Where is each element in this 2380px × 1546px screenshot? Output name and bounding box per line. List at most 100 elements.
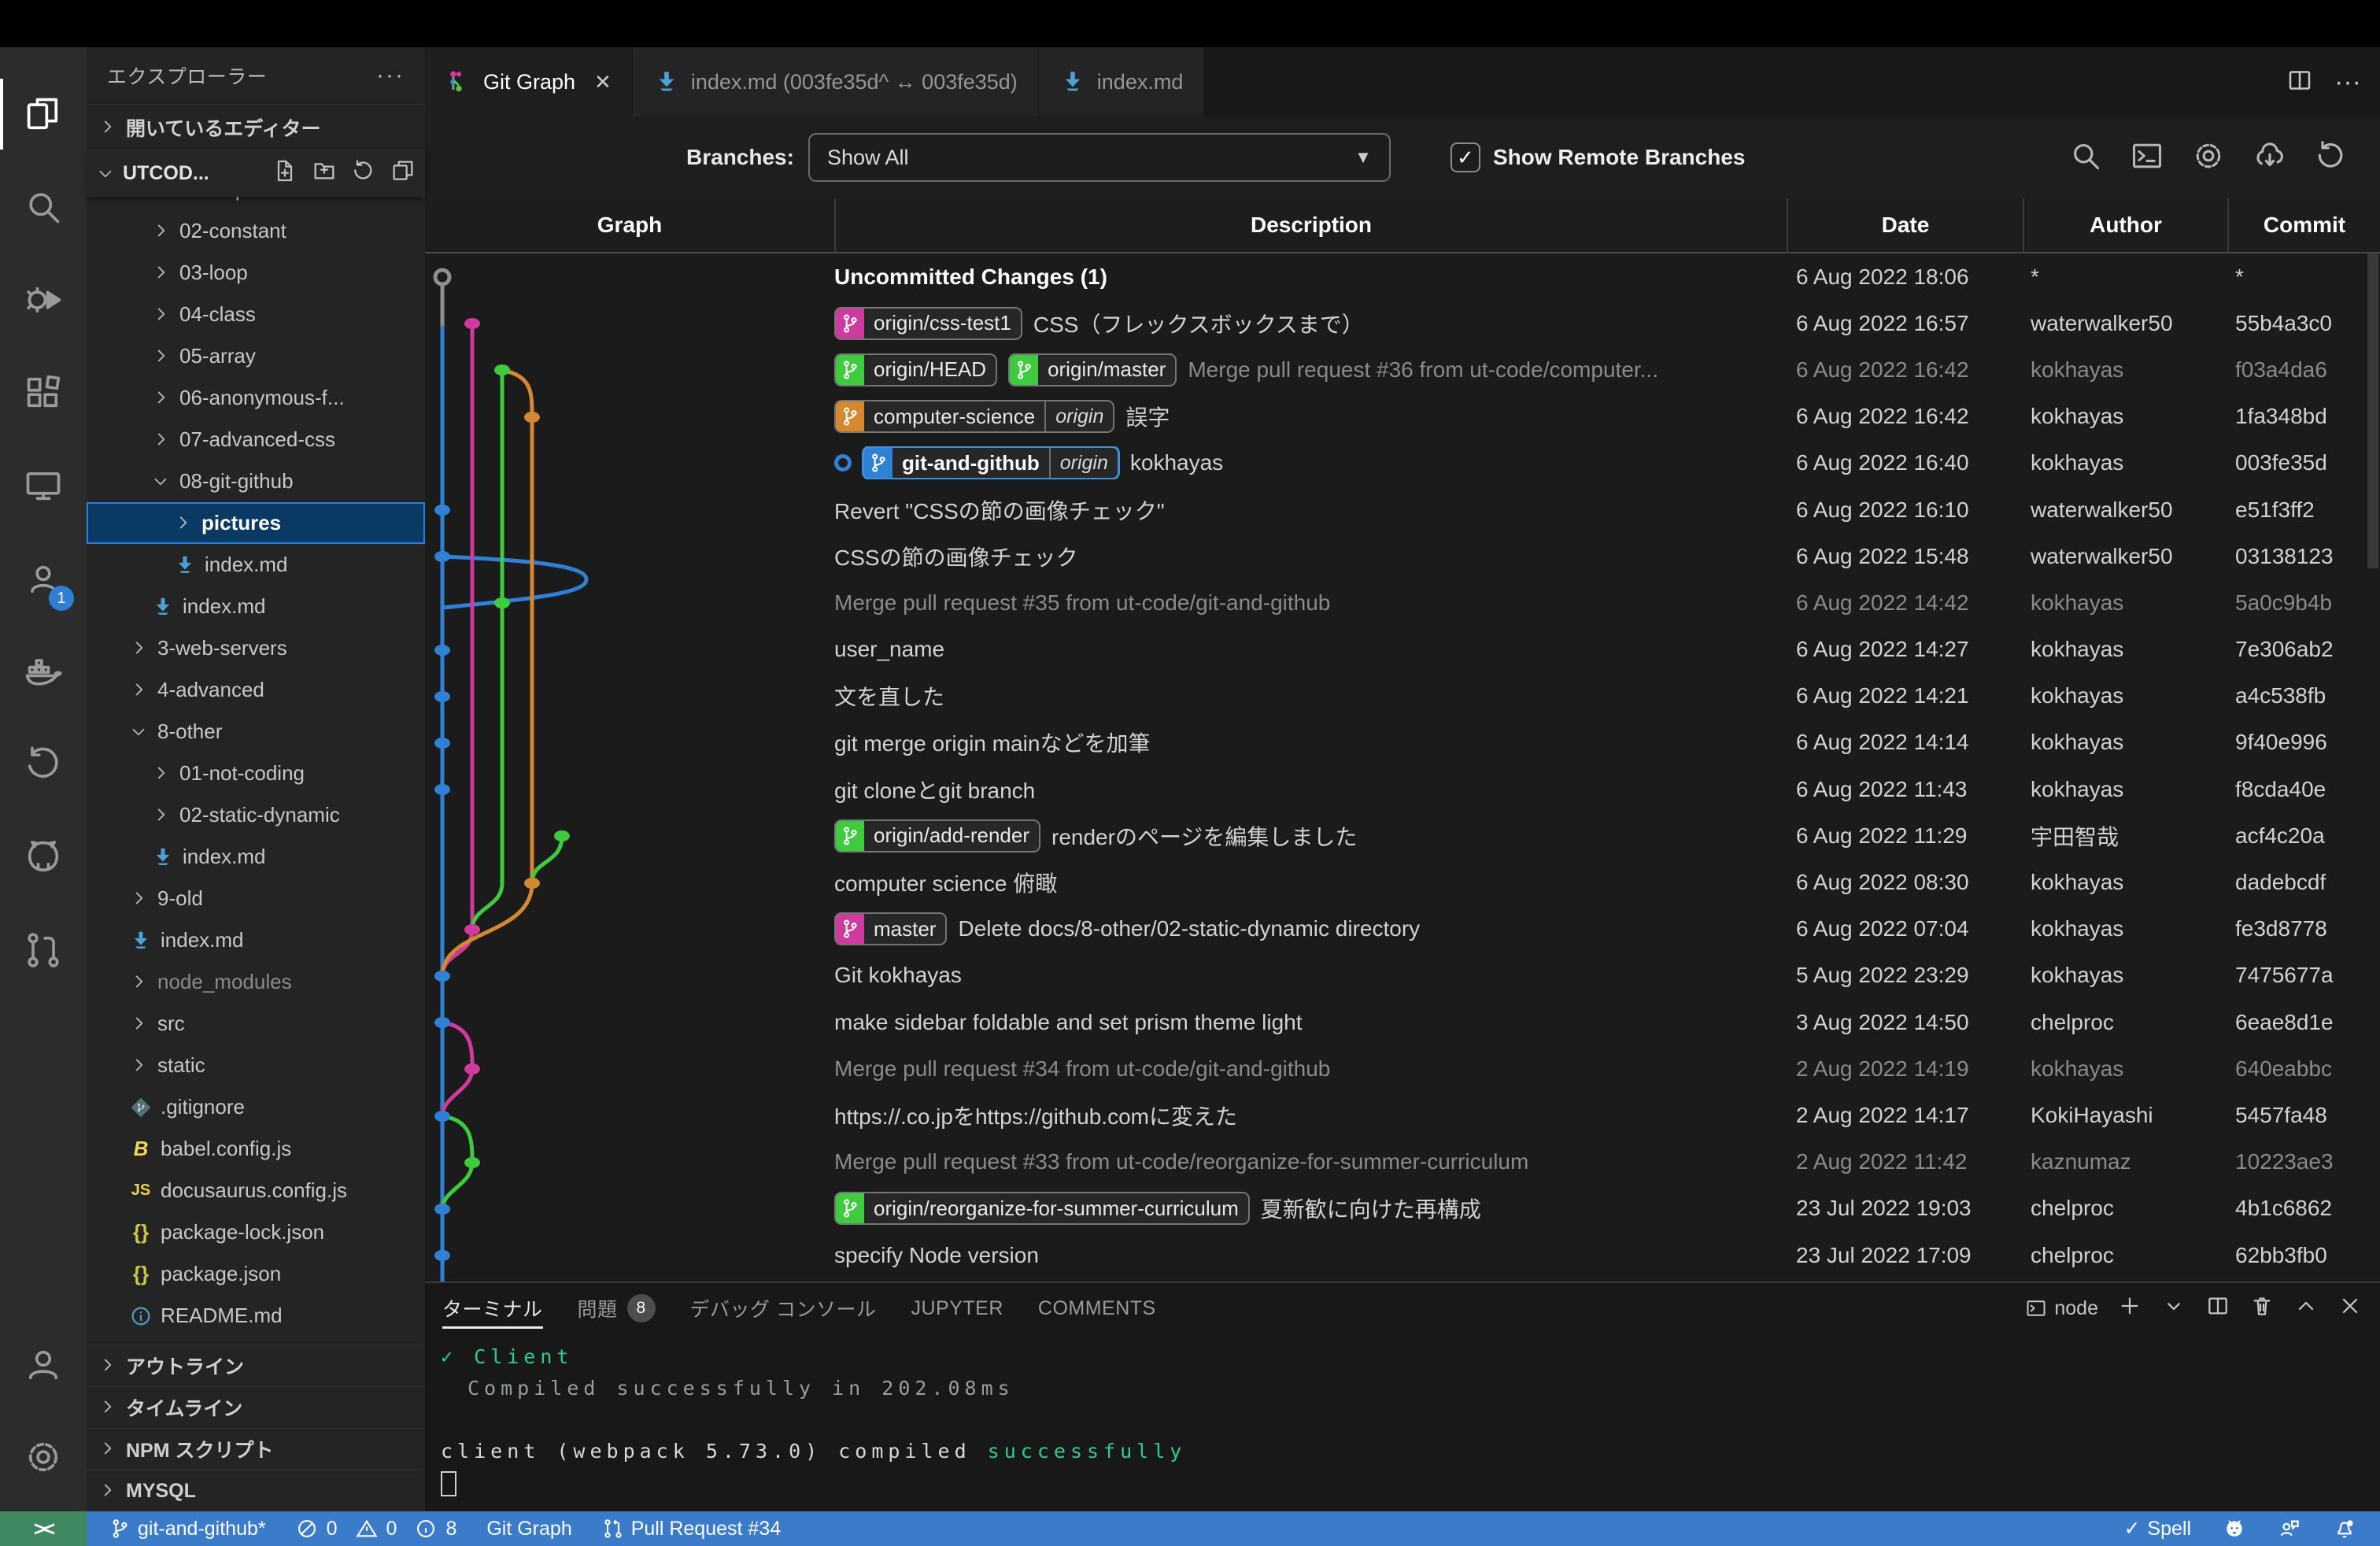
spell-checker-status[interactable]: ✓ Spell bbox=[2123, 1517, 2191, 1540]
branch-status[interactable]: git-and-github* bbox=[109, 1518, 266, 1540]
tree-folder-04-class[interactable]: 04-class bbox=[87, 294, 425, 335]
tree-folder-3-web-servers[interactable]: 3-web-servers bbox=[87, 627, 425, 669]
activitybar-docker[interactable] bbox=[0, 625, 87, 718]
branch-badge-origin/css-test1[interactable]: origin/css-test1 bbox=[834, 307, 1022, 340]
kill-terminal-icon[interactable] bbox=[2249, 1293, 2275, 1324]
tree-folder-01-not-coding[interactable]: 01-not-coding bbox=[87, 753, 425, 794]
activitybar-remote-explorer[interactable] bbox=[0, 439, 87, 532]
commit-message: renderのページを編集しました bbox=[1051, 820, 1357, 852]
open-editors-section[interactable]: 開いているエディター bbox=[87, 104, 425, 150]
tree-folder-static[interactable]: static bbox=[87, 1045, 425, 1086]
activitybar-settings[interactable] bbox=[0, 1411, 87, 1503]
tree-folder-pictures[interactable]: pictures bbox=[87, 502, 425, 544]
tree-file-index-md[interactable]: index.md bbox=[87, 544, 425, 586]
graph-settings-icon[interactable] bbox=[2191, 139, 2226, 177]
problems-status[interactable]: 0 0 8 bbox=[296, 1518, 457, 1540]
pull-request-status[interactable]: Pull Request #34 bbox=[602, 1518, 781, 1540]
activitybar-account[interactable] bbox=[0, 1318, 87, 1411]
branch-badge-origin/master[interactable]: origin/master bbox=[1008, 353, 1177, 386]
activitybar-github[interactable] bbox=[0, 811, 87, 904]
feedback-status[interactable] bbox=[2278, 1517, 2301, 1540]
commit-message: 夏新歓に向けた再構成 bbox=[1261, 1193, 1481, 1224]
close-panel-icon[interactable] bbox=[2338, 1293, 2363, 1324]
tree-folder-02-constant[interactable]: 02-constant bbox=[87, 210, 425, 252]
tree-file--gitignore[interactable]: .gitignore bbox=[87, 1086, 425, 1128]
graph-terminal-icon[interactable] bbox=[2130, 139, 2164, 177]
new-terminal-icon[interactable] bbox=[2117, 1293, 2142, 1324]
tree-folder-06-anonymous-f-[interactable]: 06-anonymous-f... bbox=[87, 377, 425, 419]
graph-refresh-icon[interactable] bbox=[2314, 139, 2349, 177]
tree-folder-08-git-github[interactable]: 08-git-github bbox=[87, 460, 425, 502]
checkbox-checked-icon[interactable]: ✓ bbox=[1451, 142, 1480, 172]
activitybar-run-and-debug[interactable] bbox=[0, 253, 87, 346]
split-terminal-icon[interactable] bbox=[2205, 1293, 2230, 1324]
github-status[interactable] bbox=[2223, 1517, 2246, 1540]
terminal-tab-ターミナル[interactable]: ターミナル bbox=[442, 1283, 543, 1333]
tree-file-index-md[interactable]: index.md bbox=[87, 919, 425, 961]
tree-folder-node-modules[interactable]: node_modules bbox=[87, 961, 425, 1003]
terminal-tab-問題[interactable]: 問題8 bbox=[578, 1283, 656, 1333]
graph-search-icon[interactable] bbox=[2068, 139, 2103, 177]
remote-indicator[interactable]: >< bbox=[0, 1511, 87, 1546]
branch-badge-git-and-github[interactable]: git-and-githuborigin bbox=[863, 446, 1119, 479]
sidebar-section-MYSQL[interactable]: MYSQL bbox=[87, 1470, 425, 1511]
editor-more-icon[interactable]: ··· bbox=[2334, 67, 2361, 98]
branches-dropdown[interactable]: Show All ▼ bbox=[808, 133, 1391, 182]
sidebar-section-タイムライン[interactable]: タイムライン bbox=[87, 1386, 425, 1428]
scrollbar-thumb[interactable] bbox=[2367, 253, 2378, 568]
tree-file-package-json[interactable]: {}package.json bbox=[87, 1253, 425, 1295]
workspace-section-header[interactable]: UTCOD... bbox=[87, 150, 425, 197]
close-icon[interactable]: ✕ bbox=[594, 70, 612, 94]
sidebar-section-NPM スクリプト[interactable]: NPM スクリプト bbox=[87, 1428, 425, 1470]
tree-file-readme-md[interactable]: README.md bbox=[87, 1295, 425, 1337]
tree-folder-src[interactable]: src bbox=[87, 1003, 425, 1045]
activitybar-explorer[interactable] bbox=[0, 68, 87, 161]
new-file-icon[interactable] bbox=[272, 158, 298, 189]
explorer-title-row: エクスプローラー ··· bbox=[87, 47, 425, 104]
show-remote-branches[interactable]: ✓ Show Remote Branches bbox=[1451, 142, 1746, 172]
activitybar-search[interactable] bbox=[0, 161, 87, 253]
sidebar-section-アウトライン[interactable]: アウトライン bbox=[87, 1344, 425, 1386]
terminal-tab-JUPYTER[interactable]: JUPYTER bbox=[911, 1283, 1003, 1333]
shell-selector[interactable]: node bbox=[2025, 1297, 2098, 1320]
terminal-tab-COMMENTS[interactable]: COMMENTS bbox=[1038, 1283, 1156, 1333]
tab-git[interactable]: Git Graph✕ bbox=[425, 47, 633, 117]
activitybar-pull-requests[interactable] bbox=[0, 904, 87, 997]
tree-folder-07-advanced-css[interactable]: 07-advanced-css bbox=[87, 419, 425, 460]
split-editor-icon[interactable] bbox=[2286, 66, 2314, 98]
maximize-panel-icon[interactable] bbox=[2293, 1293, 2319, 1324]
tree-folder-05-array[interactable]: 05-array bbox=[87, 335, 425, 377]
tab-index.md[interactable]: index.md (003fe35d^ ↔ 003fe35d) bbox=[633, 47, 1039, 117]
branch-badge-origin/HEAD[interactable]: origin/HEAD bbox=[834, 353, 997, 386]
terminal-output[interactable]: ✓ ClientCompiled successfully in 202.08m… bbox=[425, 1333, 2380, 1511]
tree-folder-8-other[interactable]: 8-other bbox=[87, 711, 425, 753]
terminal-dropdown-icon[interactable] bbox=[2161, 1293, 2186, 1324]
collapse-folders-icon[interactable] bbox=[390, 158, 416, 189]
git-graph-status-button[interactable]: Git Graph bbox=[486, 1518, 571, 1540]
tree-file-babel-config-js[interactable]: Bbabel.config.js bbox=[87, 1128, 425, 1170]
notifications-status[interactable] bbox=[2333, 1517, 2356, 1540]
commit-author: kokhayas bbox=[2023, 963, 2227, 988]
tab-index.md[interactable]: index.md bbox=[1039, 47, 1205, 117]
terminal-tab-デバッグ コンソール[interactable]: デバッグ コンソール bbox=[690, 1283, 877, 1333]
branch-badge-master[interactable]: master bbox=[834, 912, 947, 945]
tree-folder-02-static-dynamic[interactable]: 02-static-dynamic bbox=[87, 794, 425, 836]
branch-badge-computer-science[interactable]: computer-scienceorigin bbox=[834, 400, 1114, 433]
activitybar-extensions[interactable] bbox=[0, 346, 87, 439]
tree-file-index-md[interactable]: index.md bbox=[87, 586, 425, 627]
graph-fetch-icon[interactable] bbox=[2252, 139, 2287, 177]
tree-folder-4-advanced[interactable]: 4-advanced bbox=[87, 669, 425, 711]
activitybar-accounts-badge[interactable]: 1 bbox=[0, 532, 87, 625]
activitybar-discard[interactable] bbox=[0, 718, 87, 811]
tree-file-package-lock-json[interactable]: {}package-lock.json bbox=[87, 1211, 425, 1253]
refresh-explorer-icon[interactable] bbox=[351, 158, 376, 189]
tree-folder-9-old[interactable]: 9-old bbox=[87, 878, 425, 919]
branch-badge-origin/add-render[interactable]: origin/add-render bbox=[834, 819, 1040, 853]
tree-file-docusaurus-config-js[interactable]: JSdocusaurus.config.js bbox=[87, 1170, 425, 1211]
tree-folder-03-loop[interactable]: 03-loop bbox=[87, 252, 425, 294]
tree-file-index-md[interactable]: index.md bbox=[87, 836, 425, 878]
new-folder-icon[interactable] bbox=[312, 158, 337, 189]
branch-badge-origin/reorganize-for-summer-curriculum[interactable]: origin/reorganize-for-summer-curriculum bbox=[834, 1192, 1250, 1225]
explorer-more-icon[interactable]: ··· bbox=[376, 62, 405, 89]
tree-folder-01-inspector[interactable]: 01-inspector bbox=[87, 197, 425, 210]
